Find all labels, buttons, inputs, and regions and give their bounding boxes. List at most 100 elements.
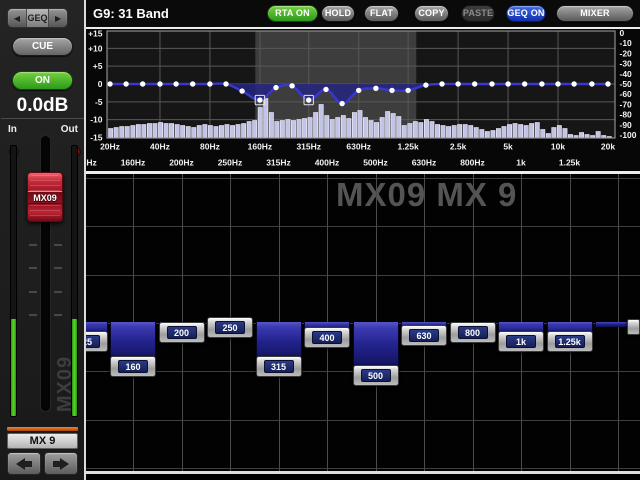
rta-spectrum-bar — [513, 124, 517, 138]
panel-bottom-line — [86, 471, 640, 474]
eq-band-dot[interactable] — [173, 81, 178, 86]
eq-band-dot[interactable] — [405, 88, 410, 93]
rta-spectrum-bar — [120, 127, 124, 138]
eq-band-dot[interactable] — [455, 81, 460, 86]
eq-band-dot[interactable] — [356, 88, 361, 93]
rta-spectrum-bar — [485, 132, 489, 138]
rta-spectrum-bar — [441, 126, 445, 138]
rta-spectrum-bar — [181, 126, 185, 138]
rta-spectrum-bar — [579, 133, 583, 138]
geq-band-fader-handle[interactable]: 125 — [86, 331, 108, 352]
eq-band-dot[interactable] — [140, 81, 145, 86]
hold-button[interactable]: HOLD — [321, 5, 355, 22]
eq-band-dot[interactable] — [522, 81, 527, 86]
cue-button[interactable]: CUE — [12, 37, 73, 56]
eq-band-dot[interactable] — [423, 82, 428, 87]
fader-tick — [54, 291, 62, 293]
eq-band-dot[interactable] — [223, 81, 228, 86]
eq-band-dot[interactable] — [339, 101, 344, 106]
geq-band-fader-handle[interactable]: 160 — [110, 356, 156, 377]
eq-band-dot[interactable] — [571, 81, 576, 86]
rta-spectrum-bar — [258, 108, 262, 138]
copy-button[interactable]: COPY — [414, 5, 449, 22]
rta-spectrum-bar — [236, 125, 240, 138]
band-frequency-label: 160 — [118, 360, 148, 373]
eq-band-dot[interactable] — [489, 81, 494, 86]
band-frequency-label: 315 — [264, 360, 294, 373]
eq-band-dot[interactable] — [257, 97, 262, 102]
rta-spectrum-bar — [408, 124, 412, 138]
geq-band-fader-handle[interactable]: 500 — [353, 365, 399, 386]
rta-spectrum-bar — [142, 125, 146, 138]
eq-band-dot[interactable] — [273, 85, 278, 90]
right-arrow-icon — [60, 458, 69, 470]
rta-spectrum-bar — [574, 136, 578, 138]
band-freq-label: 315Hz — [266, 158, 291, 168]
flat-button[interactable]: FLAT — [364, 5, 399, 22]
geq-band-fader-handle[interactable] — [627, 319, 640, 335]
eq-band-dot[interactable] — [157, 81, 162, 86]
rta-db-axis-label: -80 — [620, 110, 633, 120]
channel-fader-handle[interactable]: MX09 — [27, 172, 63, 222]
eq-band-dot[interactable] — [239, 88, 244, 93]
rta-db-axis-label: -100 — [620, 130, 637, 140]
eq-band-dot[interactable] — [123, 81, 128, 86]
rta-spectrum-bar — [314, 113, 318, 138]
band-frequency-label: 200 — [167, 326, 197, 339]
rta-db-axis-label: -70 — [620, 99, 633, 109]
freq-axis-label: 10k — [551, 142, 565, 152]
rta-db-axis-label: -50 — [620, 79, 633, 89]
rta-on-button[interactable]: RTA ON — [267, 5, 318, 22]
eq-band-dot[interactable] — [306, 97, 311, 102]
band-frequency-label: 1.25k — [555, 335, 585, 348]
eq-overview-svg: +15+10+50-5-10-150-10-20-30-40-50-60-70-… — [86, 29, 640, 171]
eq-band-dot[interactable] — [289, 83, 294, 88]
geq-band-fader-handle[interactable]: 1k — [498, 331, 544, 352]
prev-geq-button[interactable]: ◀ — [8, 9, 26, 27]
eq-band-dot[interactable] — [539, 81, 544, 86]
rta-spectrum-bar — [602, 136, 606, 138]
eq-band-dot[interactable] — [323, 87, 328, 92]
next-channel-button[interactable] — [44, 452, 78, 475]
eq-band-dot[interactable] — [107, 81, 112, 86]
panel-grid-horizontal — [86, 178, 640, 179]
eq-band-dot[interactable] — [373, 86, 378, 91]
next-geq-button[interactable]: ▶ — [49, 9, 67, 27]
geq-band-fader-handle[interactable]: 1.25k — [547, 331, 593, 352]
geq-band-fader-handle[interactable]: 400 — [304, 327, 350, 348]
channel-name-label: MX 9 — [7, 433, 78, 449]
rta-spectrum-bar — [435, 125, 439, 138]
geq-nav-label: GEQ — [26, 9, 49, 27]
geq-band-fader-handle[interactable]: 200 — [159, 322, 205, 343]
eq-band-dot[interactable] — [555, 81, 560, 86]
rta-spectrum-bar — [114, 128, 118, 138]
rta-spectrum-bar — [169, 124, 173, 138]
paste-button: PASTE — [461, 5, 495, 22]
rta-spectrum-bar — [275, 122, 279, 138]
eq-band-dot[interactable] — [472, 81, 477, 86]
rta-spectrum-bar — [214, 127, 218, 138]
geq-band-fader-handle[interactable]: 250 — [207, 317, 253, 338]
mixer-button[interactable]: MIXER — [556, 5, 634, 22]
rta-spectrum-bar — [413, 122, 417, 138]
rta-spectrum-bar — [136, 125, 140, 138]
geq-band-fader-handle[interactable]: 315 — [256, 356, 302, 377]
eq-overview-graph: +15+10+50-5-10-150-10-20-30-40-50-60-70-… — [86, 29, 640, 171]
band-freq-label: 800Hz — [460, 158, 485, 168]
geq-editor-screen: ◀ GEQ ▶ CUE ON 0.0dB In Out MX09 MX09 MX… — [0, 0, 640, 480]
eq-band-dot[interactable] — [505, 81, 510, 86]
eq-band-dot[interactable] — [589, 81, 594, 86]
geq-band-fader-handle[interactable]: 630 — [401, 325, 447, 346]
geq-band-fader-handle[interactable]: 800 — [450, 322, 496, 343]
rta-spectrum-bar — [391, 114, 395, 138]
eq-band-dot[interactable] — [190, 81, 195, 86]
geq-on-button[interactable]: GEQ ON — [506, 5, 546, 22]
eq-band-dot[interactable] — [605, 81, 610, 86]
rta-spectrum-bar — [325, 116, 329, 138]
eq-band-dot[interactable] — [439, 81, 444, 86]
prev-channel-button[interactable] — [7, 452, 41, 475]
eq-band-dot[interactable] — [207, 81, 212, 86]
eq-band-dot[interactable] — [389, 88, 394, 93]
freq-axis-label: 160Hz — [248, 142, 273, 152]
on-button[interactable]: ON — [12, 71, 73, 90]
